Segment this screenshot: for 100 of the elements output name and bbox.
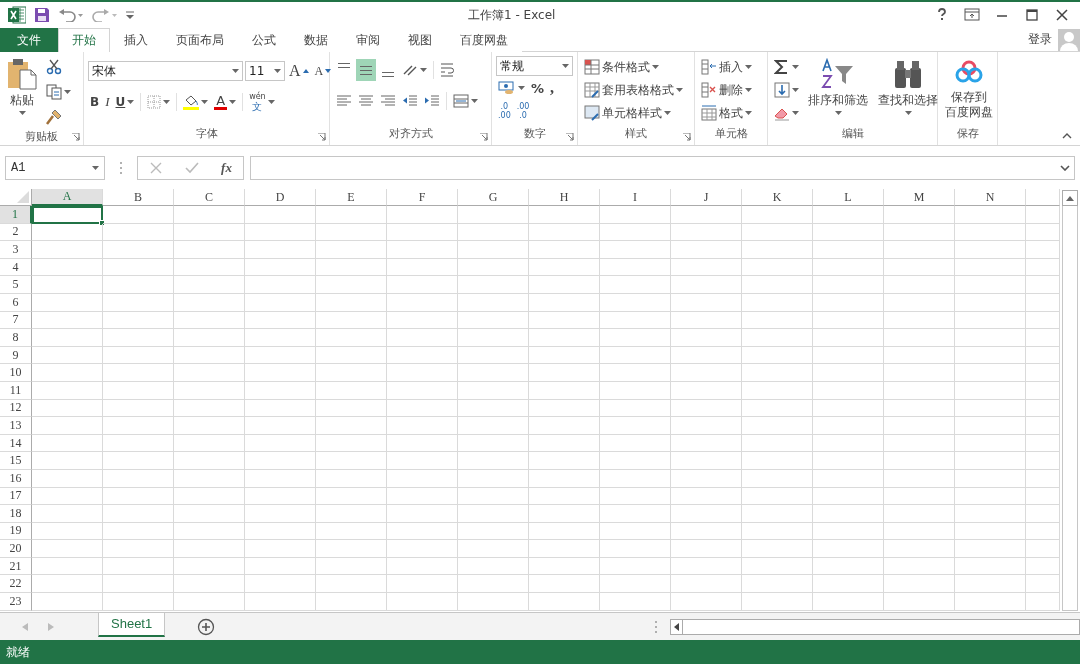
table-cell[interactable] [245,434,316,453]
table-cell[interactable] [32,487,103,506]
table-cell[interactable] [174,575,245,594]
table-cell[interactable] [245,206,316,224]
insert-cells-button[interactable]: 插入 [699,56,754,78]
table-cell[interactable] [387,399,458,418]
row-header[interactable]: 7 [0,311,32,330]
table-cell[interactable] [245,346,316,365]
row-header[interactable]: 13 [0,417,32,435]
table-cell[interactable] [600,329,671,347]
table-cell[interactable] [32,417,103,435]
column-header[interactable]: D [245,189,316,206]
table-cell[interactable] [529,276,600,294]
table-cell[interactable] [316,381,387,400]
table-cell[interactable] [174,346,245,365]
table-cell[interactable] [458,364,529,382]
table-cell[interactable] [884,593,955,611]
table-cell[interactable] [387,469,458,488]
dialog-launcher-icon[interactable] [480,133,488,141]
conditional-formatting-button[interactable]: 条件格式 [582,56,685,78]
table-cell[interactable] [884,469,955,488]
table-cell[interactable] [671,223,742,242]
save-to-cloud-button[interactable]: 保存到 百度网盘 [942,56,996,125]
table-cell[interactable] [529,434,600,453]
column-header[interactable]: N [955,189,1026,206]
table-cell[interactable] [529,293,600,312]
table-cell[interactable] [174,206,245,224]
table-cell[interactable] [103,311,174,330]
table-cell[interactable] [458,223,529,242]
table-cell[interactable] [955,241,1026,259]
table-cell[interactable] [955,575,1026,594]
table-cell[interactable] [32,557,103,576]
decrease-decimal-button[interactable]: .00 .0 [514,100,532,122]
column-header[interactable]: C [174,189,245,206]
table-cell[interactable] [955,346,1026,365]
dialog-launcher-icon[interactable] [566,133,574,141]
table-cell[interactable] [600,593,671,611]
table-cell[interactable] [316,487,387,506]
table-cell[interactable] [671,241,742,259]
table-cell[interactable] [387,593,458,611]
italic-button[interactable]: I [103,91,112,113]
column-header[interactable]: G [458,189,529,206]
table-cell[interactable] [813,593,884,611]
table-cell[interactable] [316,223,387,242]
dialog-launcher-icon[interactable] [683,133,691,141]
table-cell[interactable] [458,593,529,611]
table-cell[interactable] [316,417,387,435]
table-cell[interactable] [955,399,1026,418]
table-cell[interactable] [32,522,103,541]
table-cell[interactable] [529,311,600,330]
save-icon[interactable] [34,7,50,23]
table-cell[interactable] [813,346,884,365]
table-cell[interactable] [316,505,387,523]
table-cell[interactable] [813,223,884,242]
table-cell[interactable] [174,293,245,312]
select-all-corner[interactable] [0,189,32,206]
table-cell[interactable] [32,241,103,259]
table-cell[interactable] [387,206,458,224]
row-header[interactable]: 1 [0,206,32,224]
table-cell[interactable] [174,487,245,506]
table-cell[interactable] [32,346,103,365]
table-cell[interactable] [671,593,742,611]
table-cell[interactable] [742,434,813,453]
table-cell[interactable] [32,293,103,312]
table-cell[interactable] [529,223,600,242]
row-header[interactable]: 23 [0,593,32,611]
row-header[interactable]: 16 [0,469,32,488]
table-cell[interactable] [884,241,955,259]
table-cell[interactable] [32,399,103,418]
table-cell[interactable] [387,434,458,453]
row-header[interactable]: 8 [0,329,32,347]
table-cell[interactable] [32,540,103,558]
table-cell[interactable] [884,452,955,470]
table-cell[interactable] [316,593,387,611]
file-tab[interactable]: 文件 [0,28,58,52]
table-cell[interactable] [742,329,813,347]
row-header[interactable]: 17 [0,487,32,506]
table-cell[interactable] [884,223,955,242]
table-cell[interactable] [813,206,884,224]
check-icon[interactable] [185,160,200,175]
format-as-table-button[interactable]: 套用表格格式 [582,79,685,101]
table-cell[interactable] [32,311,103,330]
table-cell[interactable] [245,540,316,558]
table-cell[interactable] [174,364,245,382]
dialog-launcher-icon[interactable] [318,133,326,141]
table-cell[interactable] [103,505,174,523]
table-cell[interactable] [529,399,600,418]
table-cell[interactable] [955,434,1026,453]
table-cell[interactable] [529,364,600,382]
table-cell[interactable] [458,469,529,488]
add-sheet-icon[interactable] [197,617,216,636]
table-cell[interactable] [103,593,174,611]
table-cell[interactable] [955,258,1026,277]
table-cell[interactable] [813,487,884,506]
table-cell[interactable] [103,557,174,576]
table-cell[interactable] [600,346,671,365]
table-cell[interactable] [458,346,529,365]
table-cell[interactable] [387,452,458,470]
next-sheet-icon[interactable] [48,622,54,631]
table-cell[interactable] [742,487,813,506]
